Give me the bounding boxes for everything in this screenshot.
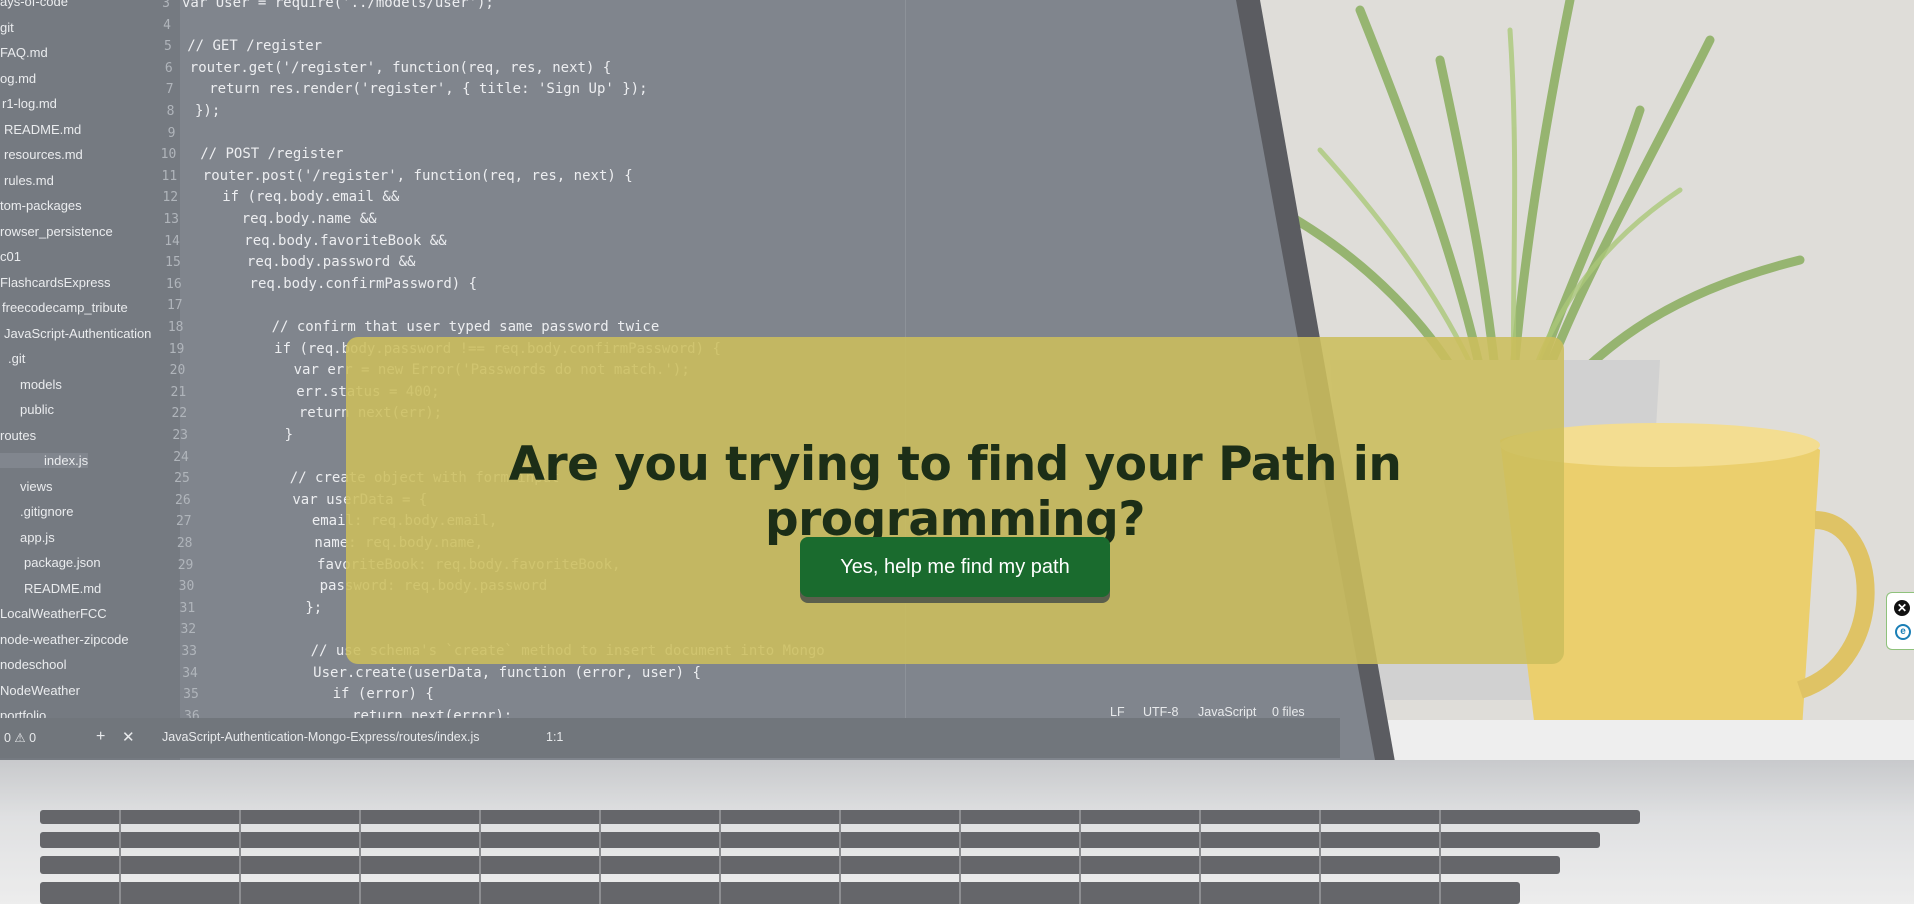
file-tree-item: node-weather-zipcode (0, 631, 129, 647)
editor-status-bar: 0 ⚠ 0 + ✕ JavaScript-Authentication-Mong… (0, 705, 1340, 758)
line-number: 4 (163, 17, 171, 33)
file-tree-item: FlashcardsExpress (0, 274, 111, 290)
line-number: 20 (169, 363, 186, 379)
hero-banner: Are you trying to find your Path in prog… (346, 337, 1564, 664)
code-line: req.body.favoriteBook && (210, 232, 447, 249)
line-number: 35 (183, 687, 199, 703)
line-number: 22 (171, 406, 188, 422)
file-tree-item: public (20, 402, 54, 417)
code-line: } (234, 427, 294, 443)
line-number: 29 (177, 557, 194, 573)
file-tree-item: git (0, 19, 14, 35)
status-close-icon: ✕ (122, 729, 135, 746)
code-line: router.post('/register', function(req, r… (202, 167, 633, 184)
file-tree-item: index.js (0, 453, 89, 468)
file-tree-item: views (20, 478, 53, 494)
line-number: 13 (163, 212, 179, 227)
file-tree-item: JavaScript-Authentication (4, 325, 152, 341)
line-number: 17 (166, 298, 183, 314)
code-line: // POST /register (200, 146, 344, 163)
file-tree-item: tom-packages (0, 198, 82, 213)
line-number: 18 (167, 320, 184, 335)
hero-title: Are you trying to find your Path in prog… (508, 437, 1402, 547)
code-line: if (error) { (265, 686, 434, 703)
code-line: return res.render('register', { title: '… (192, 81, 648, 98)
code-line: }); (195, 103, 221, 119)
code-line: }; (254, 599, 323, 616)
code-line: // confirm that user typed same password… (221, 319, 660, 335)
status-cursor-pos: 1:1 (546, 730, 564, 744)
line-number: 9 (167, 125, 176, 141)
file-tree-item: nodeschool (0, 657, 67, 672)
code-line: router.get('/register', function(req, re… (189, 59, 612, 76)
line-number: 19 (168, 341, 185, 357)
file-tree-item: resources.md (4, 147, 83, 162)
status-line-ending: LF (1110, 705, 1125, 719)
code-line: if (req.body.email && (205, 189, 400, 206)
code-line: // GET /register (187, 38, 323, 55)
line-number: 32 (180, 622, 197, 638)
line-number: 15 (165, 255, 181, 271)
keyboard-keys (40, 810, 1640, 904)
code-line: var User = require('../models/user'); (182, 0, 494, 11)
status-grammar: JavaScript (1198, 705, 1257, 719)
line-number: 28 (176, 536, 193, 551)
line-number: 25 (174, 471, 190, 487)
code-line: req.body.name && (208, 211, 377, 227)
file-tree-item: LocalWeatherFCC (0, 606, 107, 621)
status-files: 0 files (1272, 705, 1305, 719)
file-tree-item: models (20, 376, 62, 392)
file-tree-item: .git (8, 351, 26, 366)
code-line: User.create(userData, function (error, u… (262, 664, 701, 681)
line-number: 14 (164, 233, 180, 249)
line-number: 10 (160, 147, 177, 163)
file-tree-item: r1-log.md (2, 96, 57, 111)
line-number: 11 (161, 168, 178, 184)
line-number: 8 (166, 104, 175, 119)
file-tree-item: og.md (0, 70, 37, 86)
file-tree-item: freecodecamp_tribute (2, 300, 128, 315)
status-problems: 0 ⚠ 0 (4, 731, 37, 745)
line-number: 33 (181, 644, 197, 659)
file-tree-item: FAQ.md (0, 45, 48, 60)
find-path-button[interactable]: Yes, help me find my path (800, 537, 1110, 597)
code-line: req.body.confirmPassword) { (215, 275, 478, 292)
file-tree-item: package.json (24, 555, 101, 570)
line-number: 31 (179, 600, 196, 616)
status-plus-icon: + (96, 728, 106, 745)
line-number: 23 (172, 428, 188, 443)
line-number: 5 (163, 39, 172, 55)
file-tree-item: app.js (20, 529, 55, 545)
line-number: 34 (182, 665, 198, 681)
line-number: 7 (165, 82, 174, 98)
line-number: 21 (170, 384, 187, 400)
extension-icon[interactable]: e (1895, 624, 1911, 640)
status-encoding: UTF-8 (1143, 705, 1179, 719)
file-tree-item: rules.md (4, 172, 54, 188)
close-icon[interactable]: ✕ (1894, 600, 1910, 616)
code-line: req.body.password && (213, 254, 416, 271)
status-file-path: JavaScript-Authentication-Mongo-Express/… (162, 730, 480, 744)
line-number: 16 (166, 276, 182, 292)
file-tree-item: routes (0, 427, 37, 443)
line-number: 6 (164, 60, 173, 76)
line-number: 3 (162, 0, 170, 11)
file-tree-item: README.md (24, 580, 102, 596)
file-tree-item: .gitignore (20, 504, 74, 519)
file-tree-item: NodeWeather (0, 682, 80, 698)
file-tree-item: c01 (0, 249, 21, 264)
line-number: 12 (162, 190, 179, 206)
line-number: 27 (175, 514, 192, 530)
line-number: 26 (175, 492, 191, 508)
file-tree-item: ays-of-code (0, 0, 68, 9)
file-tree-item: rowser_persistence (0, 223, 113, 239)
line-number: 24 (173, 449, 189, 465)
file-tree-item: README.md (4, 121, 82, 137)
line-number: 30 (178, 579, 195, 595)
side-widget: ✕ e (1886, 592, 1914, 650)
